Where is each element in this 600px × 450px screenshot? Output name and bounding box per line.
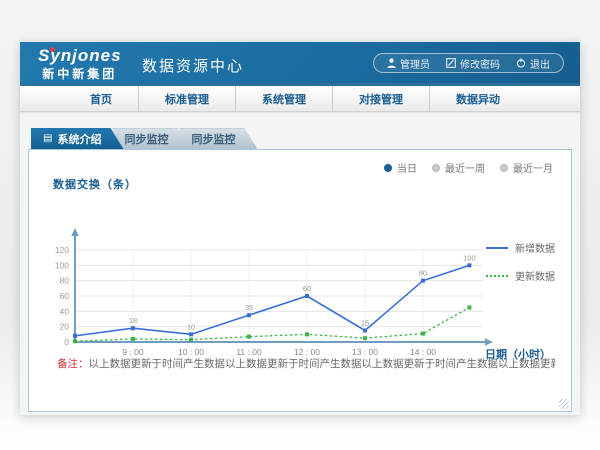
logo-spark-icon — [50, 47, 55, 52]
time-range-filter: 当日 最近一周 最近一月 — [384, 160, 553, 175]
radio-label: 最近一周 — [445, 160, 485, 175]
tab-label: 同步监控 — [124, 131, 168, 147]
document-icon: ▤ — [43, 134, 52, 144]
radio-icon — [500, 164, 508, 172]
svg-text:40: 40 — [60, 306, 70, 316]
radio-label: 当日 — [397, 160, 417, 175]
radio-option-1[interactable]: 最近一周 — [432, 160, 485, 175]
svg-text:35: 35 — [245, 303, 253, 312]
footnote-text: 以上数据更新于时间产生数据以上数据更新于时间产生数据以上数据更新于时间产生数据以… — [89, 358, 556, 370]
tab-2[interactable]: 同步监控 — [179, 128, 257, 149]
footnote: 备注：以上数据更新于时间产生数据以上数据更新于时间产生数据以上数据更新于时间产生… — [57, 356, 555, 371]
user-toolbar: 管理员 修改密码 退出 — [373, 53, 564, 73]
nav-item-1[interactable]: 标准管理 — [139, 86, 236, 111]
svg-text:60: 60 — [303, 284, 311, 293]
user-icon — [387, 58, 396, 68]
app-window: Synjones 新中新集团 数据资源中心 管理员 修改密码 退出 首页标准管理… — [20, 42, 580, 415]
svg-text:10: 10 — [187, 322, 195, 331]
content: ▤ 系统介绍 同步监控 同步监控 当日 最近一周 最近一月 数据交换（条） 0 20 40 60… — [20, 112, 580, 412]
y-axis-label: 数据交换（条） — [53, 176, 137, 192]
legend-line-sample — [486, 247, 508, 249]
svg-text:80: 80 — [419, 269, 427, 278]
edit-icon — [446, 58, 456, 68]
chart-svg: 0204060801001209 : 0010 : 0011 : 0012 : … — [39, 192, 559, 367]
footnote-prefix: 备注： — [57, 358, 89, 370]
svg-text:100: 100 — [463, 253, 476, 262]
svg-text:0: 0 — [64, 337, 69, 347]
svg-text:18: 18 — [129, 316, 137, 325]
tab-label: 系统介绍 — [57, 131, 101, 147]
logout-button[interactable]: 退出 — [516, 56, 550, 71]
radio-option-2[interactable]: 最近一月 — [500, 160, 553, 175]
tab-0[interactable]: ▤ 系统介绍 — [31, 128, 123, 149]
tab-bar: ▤ 系统介绍 同步监控 同步监控 — [28, 128, 572, 149]
nav-item-4[interactable]: 数据异动 — [430, 86, 526, 111]
logo-subtitle: 新中新集团 — [38, 65, 122, 82]
svg-text:15: 15 — [361, 319, 369, 328]
user-button[interactable]: 管理员 — [387, 56, 430, 71]
nav: 首页标准管理系统管理对接管理数据异动 — [20, 86, 580, 112]
page-title: 数据资源中心 — [142, 55, 244, 76]
legend-item-0: 新增数据 — [486, 240, 555, 255]
svg-text:100: 100 — [55, 260, 69, 270]
svg-text:80: 80 — [60, 276, 70, 286]
legend-label: 新增数据 — [515, 240, 555, 255]
legend-item-1: 更新数据 — [486, 268, 555, 283]
nav-item-0[interactable]: 首页 — [64, 86, 139, 111]
chart-legend: 新增数据更新数据 — [486, 240, 555, 283]
legend-label: 更新数据 — [515, 268, 555, 283]
svg-text:60: 60 — [60, 291, 70, 301]
radio-icon — [384, 164, 392, 172]
tab-label: 同步监控 — [191, 131, 235, 147]
logo: Synjones 新中新集团 — [38, 46, 122, 82]
nav-item-2[interactable]: 系统管理 — [236, 86, 333, 111]
legend-line-sample — [486, 275, 508, 277]
svg-text:120: 120 — [55, 245, 69, 255]
radio-label: 最近一月 — [513, 160, 553, 175]
nav-item-3[interactable]: 对接管理 — [333, 86, 430, 111]
tab-1[interactable]: 同步监控 — [112, 128, 190, 149]
change-password-button[interactable]: 修改密码 — [446, 56, 500, 71]
chart: 0204060801001209 : 0010 : 0011 : 0012 : … — [39, 192, 559, 367]
svg-text:20: 20 — [60, 322, 70, 332]
radio-option-0[interactable]: 当日 — [384, 160, 417, 175]
chart-panel: 当日最近一周最近一月 数据交换（条） 0204060801001209 : 00… — [28, 149, 572, 412]
resize-handle-icon[interactable] — [559, 399, 569, 409]
header: Synjones 新中新集团 数据资源中心 管理员 修改密码 退出 — [20, 42, 580, 86]
power-icon — [516, 58, 526, 68]
radio-icon — [432, 164, 440, 172]
